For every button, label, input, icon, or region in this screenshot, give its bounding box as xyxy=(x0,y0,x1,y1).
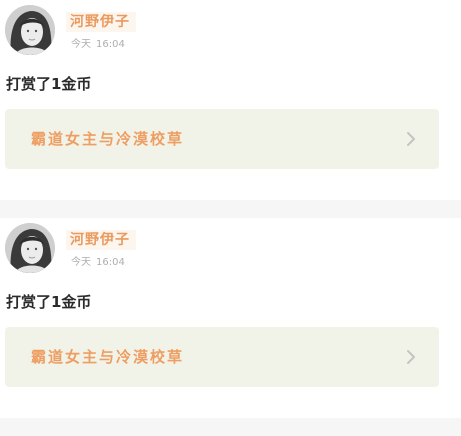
post-day: 今天 xyxy=(71,39,91,50)
username[interactable]: 河野伊子 xyxy=(66,230,136,250)
book-card[interactable]: 霸道女主与冷漠校草 xyxy=(5,327,439,387)
reward-text: 打赏了1金币 xyxy=(6,75,92,93)
post-clock: 16:04 xyxy=(96,257,125,268)
book-title: 霸道女主与冷漠校草 xyxy=(31,348,185,366)
divider xyxy=(0,200,461,218)
username[interactable]: 河野伊子 xyxy=(66,12,136,32)
chevron-right-icon xyxy=(407,350,415,364)
post-time: 今天 16:04 xyxy=(71,253,125,268)
feed-item: 河野伊子 今天 16:04 打赏了1金币 霸道女主与冷漠校草 xyxy=(0,0,461,200)
divider xyxy=(0,418,461,436)
post-time: 今天 16:04 xyxy=(71,35,125,50)
avatar-image xyxy=(5,223,55,273)
avatar[interactable] xyxy=(5,223,55,273)
post-clock: 16:04 xyxy=(96,39,125,50)
avatar[interactable] xyxy=(5,5,55,55)
reward-text: 打赏了1金币 xyxy=(6,293,92,311)
feed-item: 河野伊子 今天 16:04 打赏了1金币 霸道女主与冷漠校草 xyxy=(0,218,461,418)
avatar-image xyxy=(5,5,55,55)
reward-feed: 河野伊子 今天 16:04 打赏了1金币 霸道女主与冷漠校草 河野伊子 今天 1… xyxy=(0,0,461,436)
post-day: 今天 xyxy=(71,257,91,268)
book-title: 霸道女主与冷漠校草 xyxy=(31,130,185,148)
book-card[interactable]: 霸道女主与冷漠校草 xyxy=(5,109,439,169)
chevron-right-icon xyxy=(407,132,415,146)
